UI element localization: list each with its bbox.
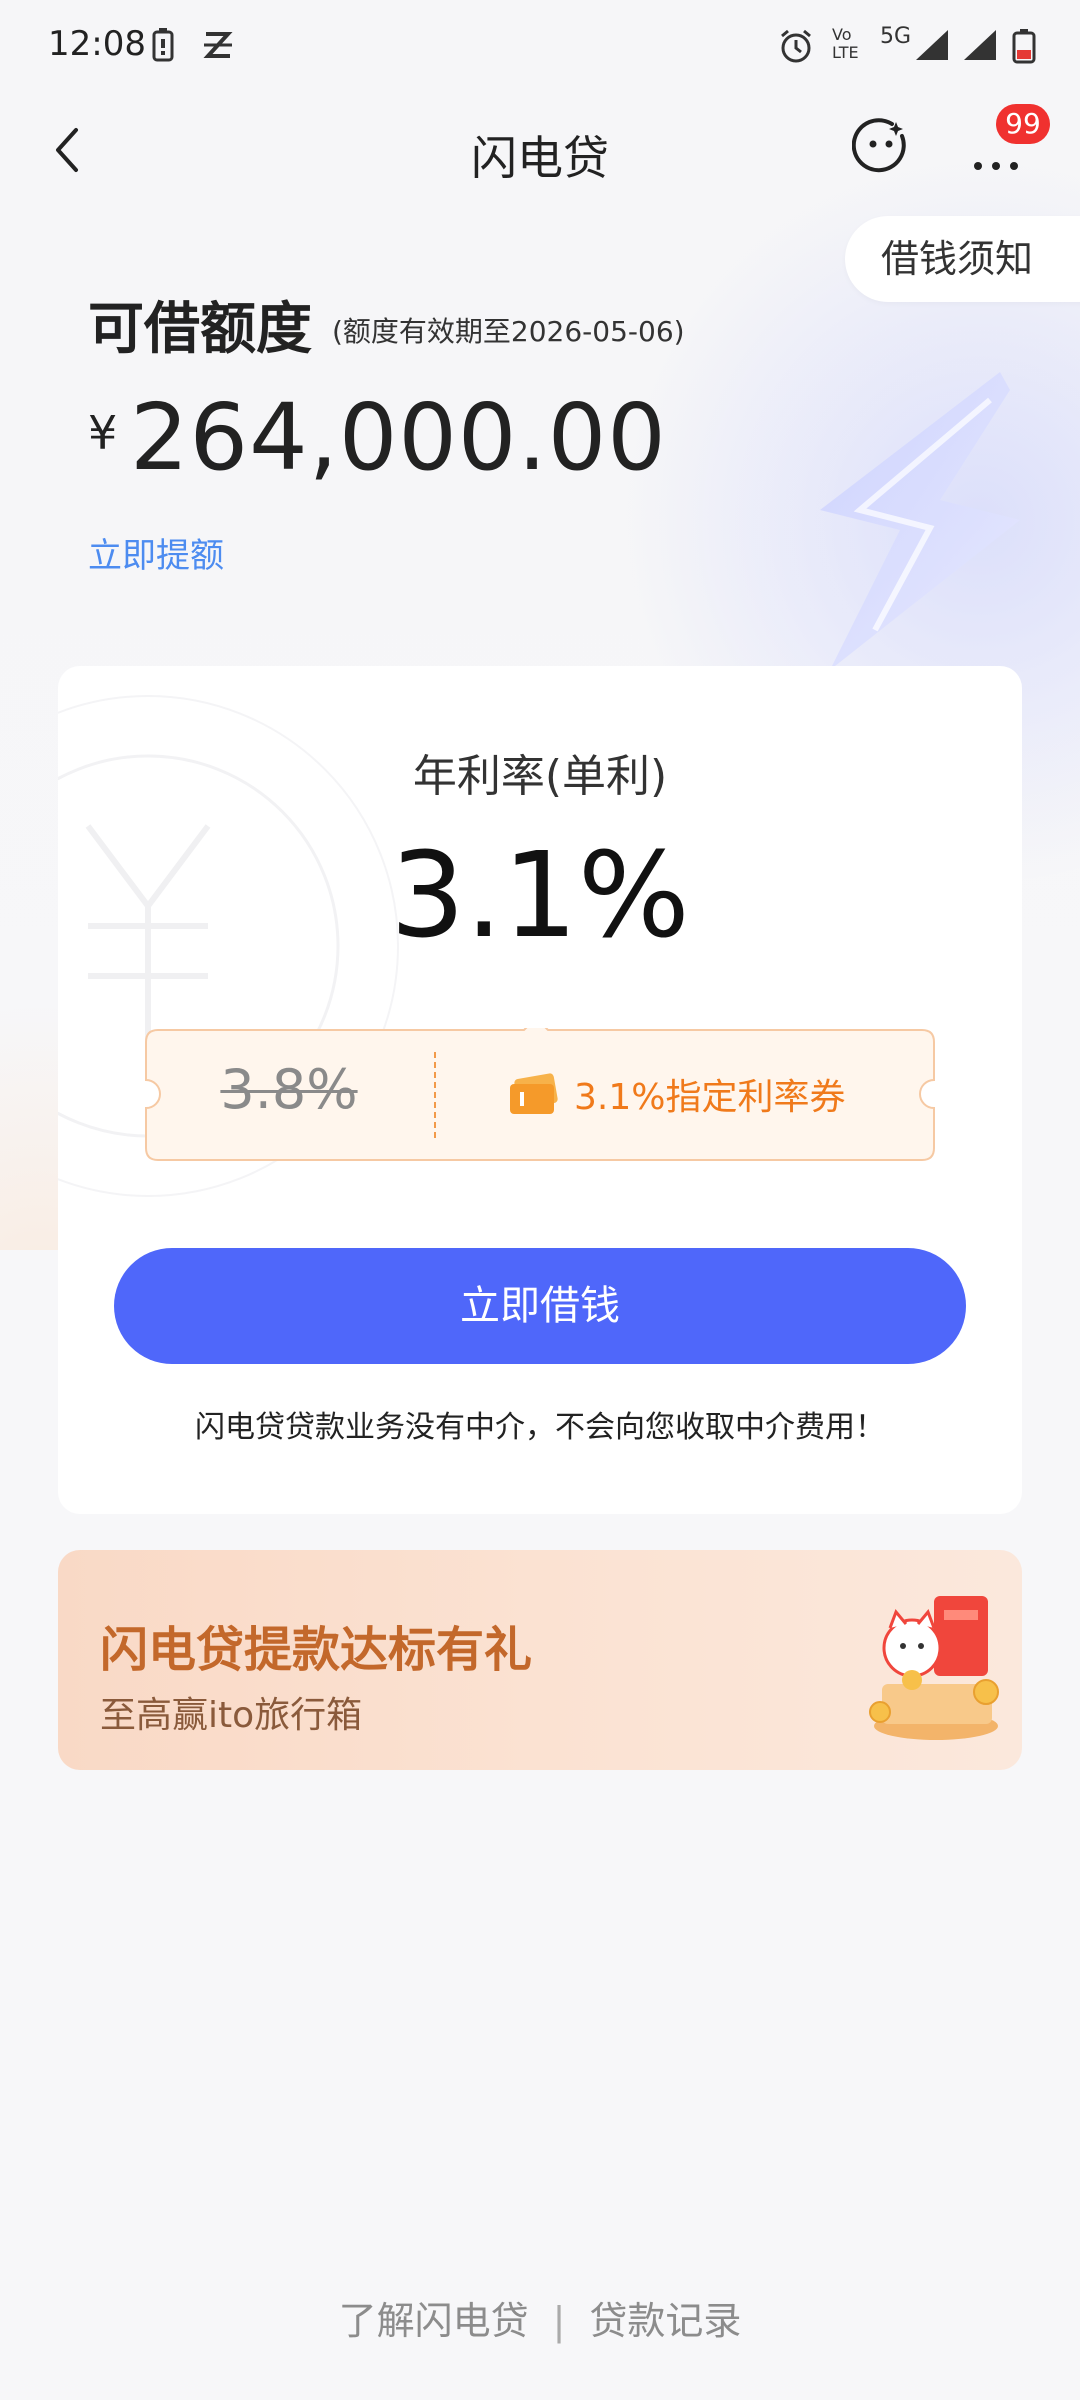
status-bar: 12:08 Vo LTE 5G	[0, 0, 1080, 92]
learn-more-link[interactable]: 了解闪电贷	[339, 2290, 529, 2345]
promo-title: 闪电贷提款达标有礼	[100, 1622, 533, 1678]
promo-subtitle: 至高赢ito旅行箱	[100, 1695, 363, 1736]
app-z-icon	[202, 30, 234, 64]
borrow-notice-button[interactable]: 借钱须知	[845, 216, 1080, 302]
network-type-label: 5G	[880, 24, 912, 49]
original-rate: 3.8%	[220, 1058, 358, 1121]
assistant-button[interactable]	[851, 118, 910, 176]
ticket-icon	[510, 1073, 558, 1114]
page-title: 闪电贷	[471, 131, 609, 185]
notification-badge: 99	[996, 104, 1050, 144]
signal-icon-2	[962, 28, 998, 66]
borrow-now-button[interactable]: 立即借钱	[114, 1248, 966, 1364]
status-time: 12:08	[48, 24, 146, 64]
signal-icon-1	[914, 28, 950, 66]
smiley-face-icon	[851, 118, 906, 173]
credit-valid-until: (额度有效期至2026-05-06)	[332, 315, 685, 348]
currency-symbol: ¥	[88, 406, 118, 460]
lucky-cat-gift-illustration	[869, 1596, 999, 1740]
rate-coupon[interactable]: 3.8% 3.1%指定利率券	[144, 1028, 936, 1162]
credit-title: 可借额度	[88, 297, 312, 362]
footer-links: 了解闪电贷 | 贷款记录	[0, 2290, 1080, 2345]
coupon-label: 3.1%指定利率券	[574, 1077, 846, 1118]
credit-amount: 264,000.00	[130, 384, 667, 491]
promo-banner[interactable]: 闪电贷提款达标有礼 至高赢ito旅行箱	[58, 1550, 1022, 1770]
battery-icon	[1012, 28, 1036, 68]
annual-rate-label: 年利率(单利)	[412, 751, 668, 802]
annual-rate-value: 3.1%	[390, 826, 690, 964]
alarm-icon	[778, 28, 814, 68]
nav-bar: 闪电贷	[0, 100, 1080, 200]
battery-saver-icon	[152, 28, 174, 66]
rate-card: 年利率(单利) 3.1% 3.8% 3.1%指定利率券 立即借钱 闪电贷贷款业务…	[58, 666, 1022, 1514]
raise-limit-link[interactable]: 立即提额	[88, 528, 224, 577]
volte-icon: Vo LTE	[832, 25, 859, 62]
loan-records-link[interactable]: 贷款记录	[589, 2290, 741, 2345]
no-agent-disclaimer: 闪电贷贷款业务没有中介，不会向您收取中介费用！	[195, 1410, 885, 1445]
lightning-bolt-decoration	[820, 372, 1020, 670]
coupon-divider	[434, 1052, 436, 1138]
footer-separator: |	[552, 2299, 566, 2343]
